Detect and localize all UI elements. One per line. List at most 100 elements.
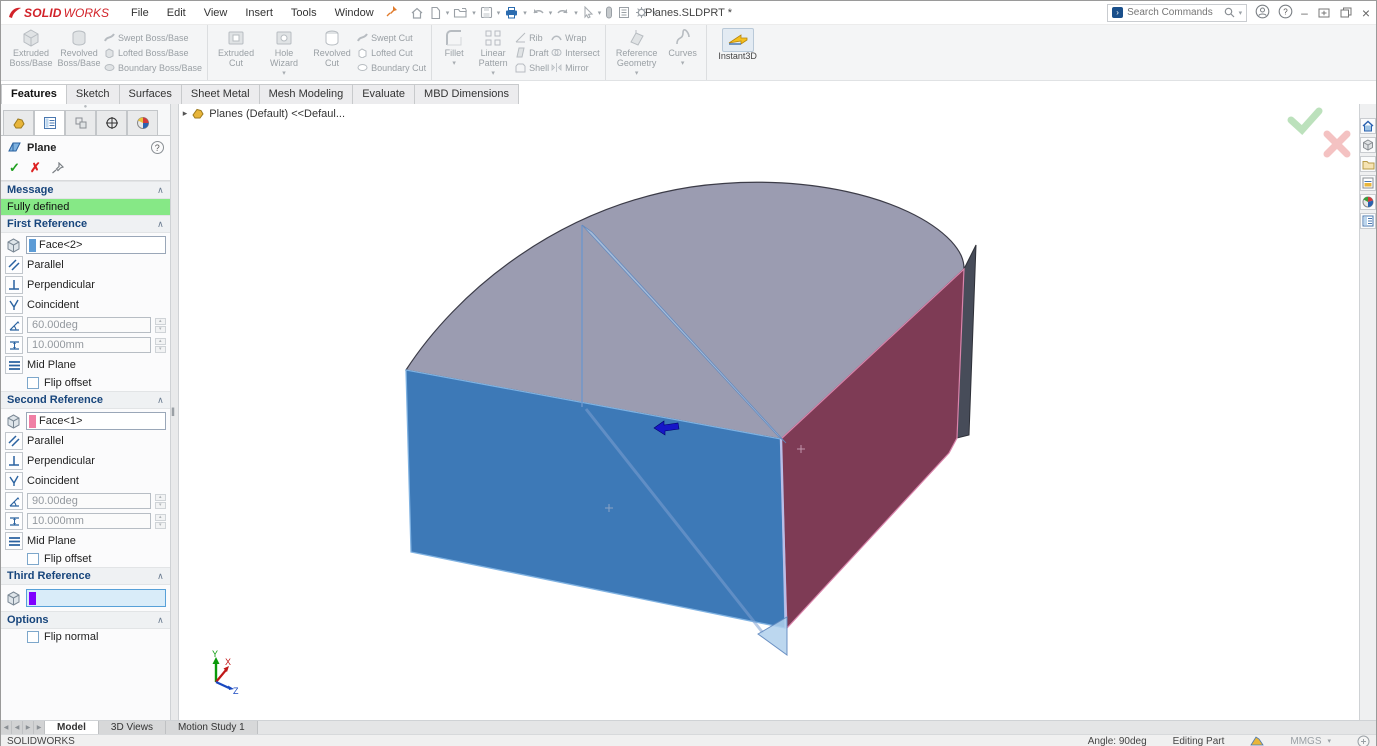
select-dropdown-icon[interactable]: ▾ [598,9,602,17]
search-scope-icon[interactable]: › [1112,7,1123,18]
first-perpendicular-row[interactable]: Perpendicular [1,275,170,295]
new-document-icon[interactable] [427,4,444,22]
first-distance-spinner[interactable]: ▴▾ [155,338,166,353]
tag-icon[interactable] [1357,735,1370,746]
first-angle-spinner[interactable]: ▴▾ [155,318,166,333]
search-icon[interactable] [1224,7,1235,18]
tab-mbd-dimensions[interactable]: MBD Dimensions [414,84,519,104]
tab-sheet-metal[interactable]: Sheet Metal [181,84,260,104]
appearances-scenes-icon[interactable] [1360,194,1376,210]
options-header[interactable]: Options∧ [1,611,170,629]
second-reference-selection-box[interactable]: Face<1> [26,412,166,430]
second-reference-header[interactable]: Second Reference∧ [1,391,170,409]
open-dropdown-icon[interactable]: ▾ [472,9,476,17]
boundary-boss-base-button[interactable]: Boundary Boss/Base [104,62,202,74]
home-tab-icon[interactable] [1360,118,1376,134]
select-cursor-icon[interactable] [580,4,596,21]
feature-tree-flyout[interactable]: ▸ Planes (Default) <<Defaul... [183,107,345,120]
first-parallel-row[interactable]: Parallel [1,255,170,275]
save-dropdown-icon[interactable]: ▾ [497,9,501,17]
second-perpendicular-row[interactable]: Perpendicular [1,451,170,471]
second-angle-spinner[interactable]: ▴▾ [155,494,166,509]
units-dropdown-icon[interactable]: ▾ [1327,737,1331,745]
confirm-cancel-icon[interactable] [1327,134,1347,154]
tab-features[interactable]: Features [1,84,67,104]
tab-feature-manager[interactable] [3,110,34,135]
third-reference-header[interactable]: Third Reference∧ [1,567,170,585]
swept-cut-button[interactable]: Swept Cut [357,32,426,44]
settings-gear-icon[interactable] [633,4,650,21]
user-account-icon[interactable] [1255,4,1270,22]
message-section-header[interactable]: Message∧ [1,181,170,199]
panel-splitter[interactable]: ▌ [171,104,179,720]
tab-sketch[interactable]: Sketch [66,84,120,104]
linear-pattern-dropdown-icon[interactable]: ▾ [491,70,495,78]
first-angle-input[interactable]: 60.00deg [27,317,151,333]
save-icon[interactable] [478,4,495,21]
swept-boss-base-button[interactable]: Swept Boss/Base [104,32,202,44]
design-library-icon[interactable] [1360,137,1376,153]
file-explorer-icon[interactable] [1360,156,1376,172]
tab-evaluate[interactable]: Evaluate [352,84,415,104]
maximize-icon[interactable] [1318,8,1330,18]
rib-button[interactable]: Rib [515,32,549,44]
second-parallel-row[interactable]: Parallel [1,431,170,451]
revolved-boss-base-button[interactable]: Revolved Boss/Base [56,26,102,69]
extruded-cut-button[interactable]: Extruded Cut [213,26,259,69]
first-mid-plane-row[interactable]: Mid Plane [1,355,170,375]
last-tab-icon[interactable]: ▶ [34,721,45,734]
second-flip-offset-checkbox[interactable]: Flip offset [1,551,170,567]
pin-menu-icon[interactable] [386,5,398,20]
hole-wizard-button[interactable]: Hole Wizard ▾ [261,26,307,77]
tab-display-manager[interactable] [127,110,158,135]
second-mid-plane-row[interactable]: Mid Plane [1,531,170,551]
tab-surfaces[interactable]: Surfaces [119,84,182,104]
new-dropdown-icon[interactable]: ▾ [446,9,450,17]
view-palette-icon[interactable] [1360,175,1376,191]
extruded-boss-base-button[interactable]: Extruded Boss/Base [8,26,54,69]
draft-button[interactable]: Draft [515,47,549,59]
search-dropdown-icon[interactable]: ▾ [1239,9,1243,17]
restore-icon[interactable] [1340,7,1352,18]
tab-property-manager[interactable] [34,110,65,135]
menu-edit[interactable]: Edit [159,4,194,22]
fillet-button[interactable]: Fillet ▾ [437,26,471,68]
menu-tools[interactable]: Tools [283,4,325,22]
search-input[interactable] [1127,7,1219,18]
curves-dropdown-icon[interactable]: ▾ [681,60,685,68]
lofted-cut-button[interactable]: Lofted Cut [357,47,426,59]
breadcrumb[interactable]: Planes (Default) <<Defaul... [209,108,345,120]
intersect-button[interactable]: Intersect [551,47,600,59]
ok-button[interactable]: ✓ [9,160,20,176]
menu-view[interactable]: View [196,4,236,22]
next-tab-icon[interactable]: ▶ [23,721,34,734]
second-distance-input[interactable]: 10.000mm [27,513,151,529]
custom-properties-icon[interactable] [1360,213,1376,229]
instant3d-button[interactable]: Instant3D [712,26,764,62]
linear-pattern-button[interactable]: Linear Pattern ▾ [473,26,513,77]
first-distance-input[interactable]: 10.000mm [27,337,151,353]
redo-icon[interactable] [554,5,572,21]
curves-button[interactable]: Curves ▾ [665,26,701,68]
hole-wizard-dropdown-icon[interactable]: ▾ [282,70,286,78]
selection-filter-icon[interactable] [603,4,615,21]
tab-3d-views[interactable]: 3D Views [99,721,166,734]
tab-dimxpert-manager[interactable] [96,110,127,135]
undo-icon[interactable] [529,5,547,21]
confirm-ok-icon[interactable] [1291,111,1319,130]
revolved-cut-button[interactable]: Revolved Cut [309,26,355,69]
first-flip-offset-checkbox[interactable]: Flip offset [1,375,170,391]
tab-mesh-modeling[interactable]: Mesh Modeling [259,84,354,104]
options-list-icon[interactable] [616,4,632,21]
print-dropdown-icon[interactable]: ▾ [523,9,527,17]
boundary-cut-button[interactable]: Boundary Cut [357,62,426,74]
flip-normal-checkbox[interactable]: Flip normal [1,629,170,645]
search-commands-box[interactable]: › ▾ [1107,4,1247,22]
redo-dropdown-icon[interactable]: ▾ [574,9,578,17]
second-distance-spinner[interactable]: ▴▾ [155,514,166,529]
model-canvas[interactable] [179,104,1359,720]
graphics-viewport[interactable]: ▾ ▾ ▾ ▾ ▾ ▾ – × ▸ Planes (Default) <<Def… [179,104,1359,720]
tab-configuration-manager[interactable] [65,110,96,135]
lofted-boss-base-button[interactable]: Lofted Boss/Base [104,47,202,59]
print-icon[interactable] [502,4,521,21]
